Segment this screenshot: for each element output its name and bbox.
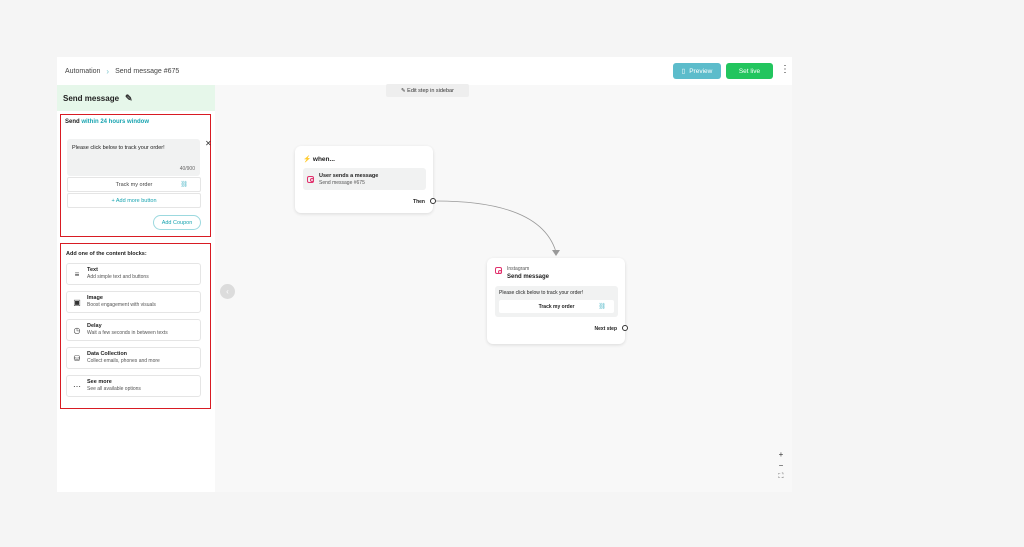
node-track-button[interactable]: Track my order ⛓ <box>499 300 614 313</box>
next-step-label: Next step <box>594 326 617 332</box>
fit-view-icon[interactable]: ⛶ <box>779 472 784 481</box>
then-label: Then <box>413 199 425 205</box>
send-message-node[interactable]: Instagram Send message Please click belo… <box>487 258 628 344</box>
zoom-in-icon[interactable]: + <box>779 450 784 459</box>
node-header: Instagram Send message <box>495 266 549 281</box>
node-title: Send message <box>507 274 550 280</box>
lightning-icon: ⚡ <box>303 156 312 163</box>
instagram-icon <box>495 267 502 274</box>
zoom-out-icon[interactable]: − <box>779 461 784 470</box>
node-message-text: Please click below to track your order! <box>499 290 584 296</box>
node-message-box: Please click below to track your order! … <box>495 286 618 317</box>
link-icon: ⛓ <box>598 304 606 310</box>
trigger-node[interactable]: ⚡ when... User sends a message Send mess… <box>295 146 436 213</box>
platform-label: Instagram <box>507 266 530 272</box>
trigger-item[interactable]: User sends a message Send message #675 <box>303 168 426 190</box>
trigger-subtitle: Send message #675 <box>319 179 365 186</box>
trigger-title: User sends a message <box>319 172 379 179</box>
node-button-label: Track my order <box>538 303 575 310</box>
next-step-port[interactable] <box>622 325 628 331</box>
zoom-controls: + − ⛶ <box>776 450 786 481</box>
then-port[interactable] <box>430 198 436 204</box>
when-label: ⚡ when... <box>303 155 335 163</box>
instagram-icon <box>307 175 314 183</box>
when-text: when... <box>312 156 335 163</box>
